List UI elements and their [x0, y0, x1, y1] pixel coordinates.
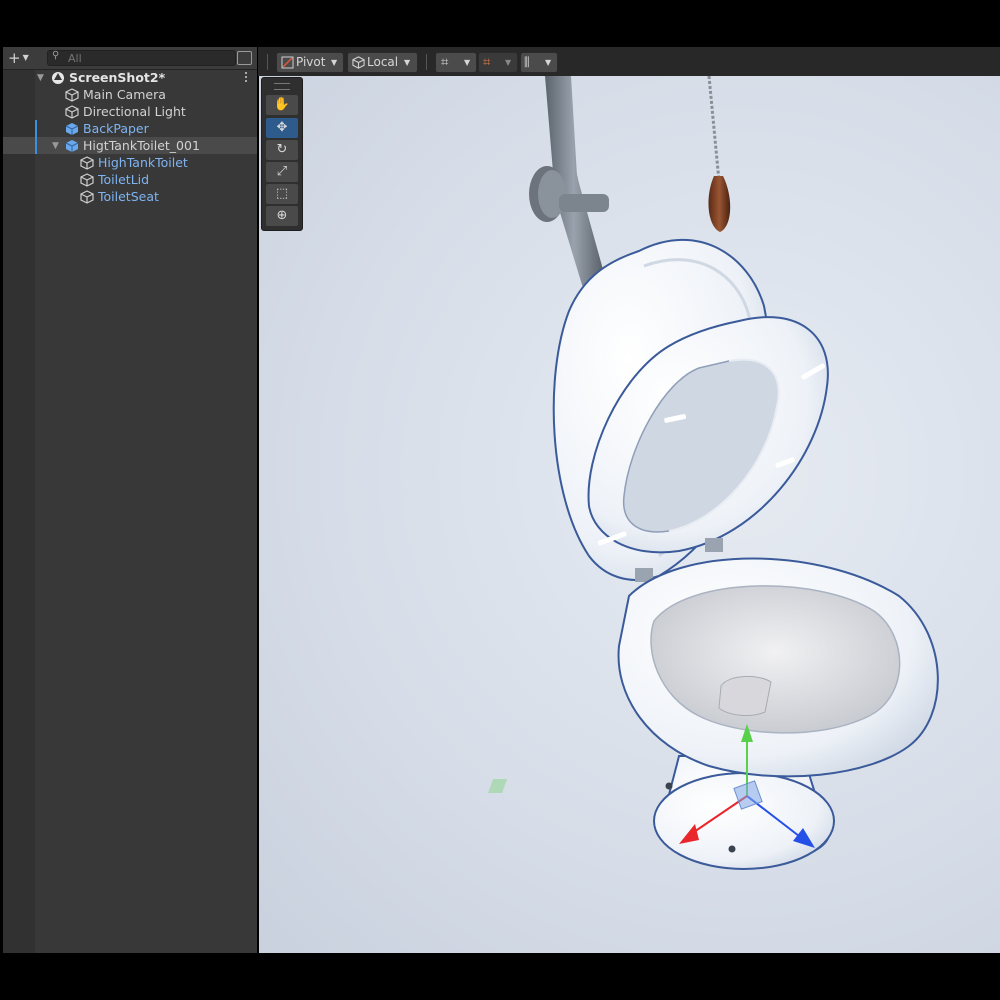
scene-toolbar: Pivot ▼ Local ▼ ⌗ ▼ ⌗ ▼ ⫼ ▼ — [258, 47, 1000, 76]
chain-handle — [708, 176, 731, 232]
toilet-model[interactable] — [259, 76, 1000, 953]
gameobject-cube-icon — [80, 173, 94, 187]
gizmo-plane-handle[interactable] — [488, 779, 508, 793]
hierarchy-item-higttanktoilet-001[interactable]: ▼ HigtTankToilet_001 — [3, 137, 257, 154]
override-marker — [35, 120, 37, 137]
hinge — [705, 538, 723, 552]
move-icon: ✥ — [276, 120, 288, 135]
hand-tool-button[interactable]: ✋ — [266, 95, 298, 115]
hierarchy-item-toiletlid[interactable]: ToiletLid — [3, 171, 257, 188]
bolt — [665, 782, 673, 790]
hierarchy-item-backpaper[interactable]: BackPaper — [3, 120, 257, 137]
prefab-cube-icon — [65, 140, 79, 152]
search-box[interactable]: ⚲ — [47, 50, 236, 66]
item-label: Main Camera — [83, 87, 166, 102]
gameobject-cube-icon — [65, 105, 79, 119]
item-label: HighTankToilet — [98, 155, 188, 170]
pull-chain — [707, 76, 721, 182]
chevron-down-icon: ▼ — [545, 58, 552, 67]
scene-row[interactable]: ▼ ScreenShot2* — [3, 69, 257, 86]
hierarchy-item-toiletseat[interactable]: ToiletSeat — [3, 188, 257, 205]
rect-tool-button[interactable]: ⬚ — [266, 184, 298, 204]
pivot-dropdown[interactable]: Pivot ▼ — [276, 52, 344, 73]
rect-icon: ⬚ — [275, 186, 289, 201]
pipe-connector — [559, 194, 609, 212]
gameobject-cube-icon — [65, 88, 79, 102]
hierarchy-item-hightanktoilet[interactable]: HighTankToilet — [3, 154, 257, 171]
fold-arrow-icon[interactable]: ▼ — [37, 70, 44, 86]
snap-icon: ⌗ — [483, 55, 491, 70]
item-label: BackPaper — [83, 121, 149, 136]
search-icon: ⚲ — [52, 50, 60, 61]
scene-viewport[interactable] — [259, 76, 1000, 953]
item-label: ToiletSeat — [98, 189, 159, 204]
move-tool-button[interactable]: ✥ — [266, 118, 298, 138]
hierarchy-item-directional-light[interactable]: Directional Light — [3, 103, 257, 120]
bottom-bar — [0, 953, 1000, 1000]
gameobject-cube-icon — [80, 156, 94, 170]
pivot-label: Pivot — [296, 55, 326, 69]
search-filter-icon[interactable] — [237, 51, 252, 65]
transform-tool-button[interactable]: ⊕ — [266, 206, 298, 226]
ruler-snap-button[interactable]: ⫼ ▼ — [520, 52, 558, 73]
fold-arrow-icon[interactable]: ▼ — [52, 138, 59, 154]
item-label: ToiletLid — [98, 172, 150, 187]
transform-icon: ⊕ — [276, 208, 288, 223]
hierarchy-item-main-camera[interactable]: Main Camera — [3, 86, 257, 103]
item-label: HigtTankToilet_001 — [83, 138, 200, 153]
bolt — [728, 845, 736, 853]
grid-snapping-button[interactable]: ⌗ ▼ — [435, 52, 477, 73]
rotate-tool-button[interactable]: ↻ — [266, 140, 298, 160]
ruler-icon: ⫼ — [524, 55, 530, 69]
pivot-icon — [281, 56, 294, 69]
search-input[interactable] — [68, 51, 228, 65]
toolbar-divider — [267, 54, 268, 70]
bowl-drain — [718, 676, 772, 716]
chevron-down-icon: ▼ — [404, 58, 411, 67]
tool-palette: ✋ ✥ ↻ ⤢ ⬚ ⊕ — [261, 77, 303, 231]
increment-snap-button[interactable]: ⌗ ▼ — [478, 52, 518, 73]
chevron-down-icon: ▼ — [464, 58, 471, 67]
chevron-down-icon: ▼ — [331, 58, 338, 67]
scene-name: ScreenShot2* — [69, 70, 166, 85]
scale-icon: ⤢ — [276, 164, 288, 179]
local-label: Local — [367, 55, 399, 69]
hand-icon: ✋ — [273, 97, 291, 112]
override-marker — [35, 137, 37, 154]
item-label: Directional Light — [83, 104, 186, 119]
gameobject-cube-icon — [80, 190, 94, 204]
hierarchy-panel: +▼ ⚲ ▼ ScreenShot2* Main Camera Directio… — [3, 47, 257, 953]
local-space-icon — [352, 56, 365, 69]
prefab-cube-icon — [65, 123, 79, 135]
toolbar-divider — [426, 54, 427, 70]
drag-handle-icon[interactable] — [274, 83, 290, 90]
chevron-down-icon: ▼ — [505, 58, 512, 67]
local-dropdown[interactable]: Local ▼ — [347, 52, 418, 73]
chevron-down-icon: ▼ — [22, 53, 29, 62]
hierarchy-toolbar: + ▼ ⚲ — [3, 47, 257, 70]
grid-snap-icon: ⌗ — [441, 55, 449, 70]
more-menu-icon[interactable] — [243, 70, 249, 84]
add-object-button[interactable]: + ▼ — [8, 50, 36, 66]
unity-scene-icon — [52, 72, 64, 84]
scale-tool-button[interactable]: ⤢ — [266, 162, 298, 182]
rotate-icon: ↻ — [276, 142, 288, 157]
